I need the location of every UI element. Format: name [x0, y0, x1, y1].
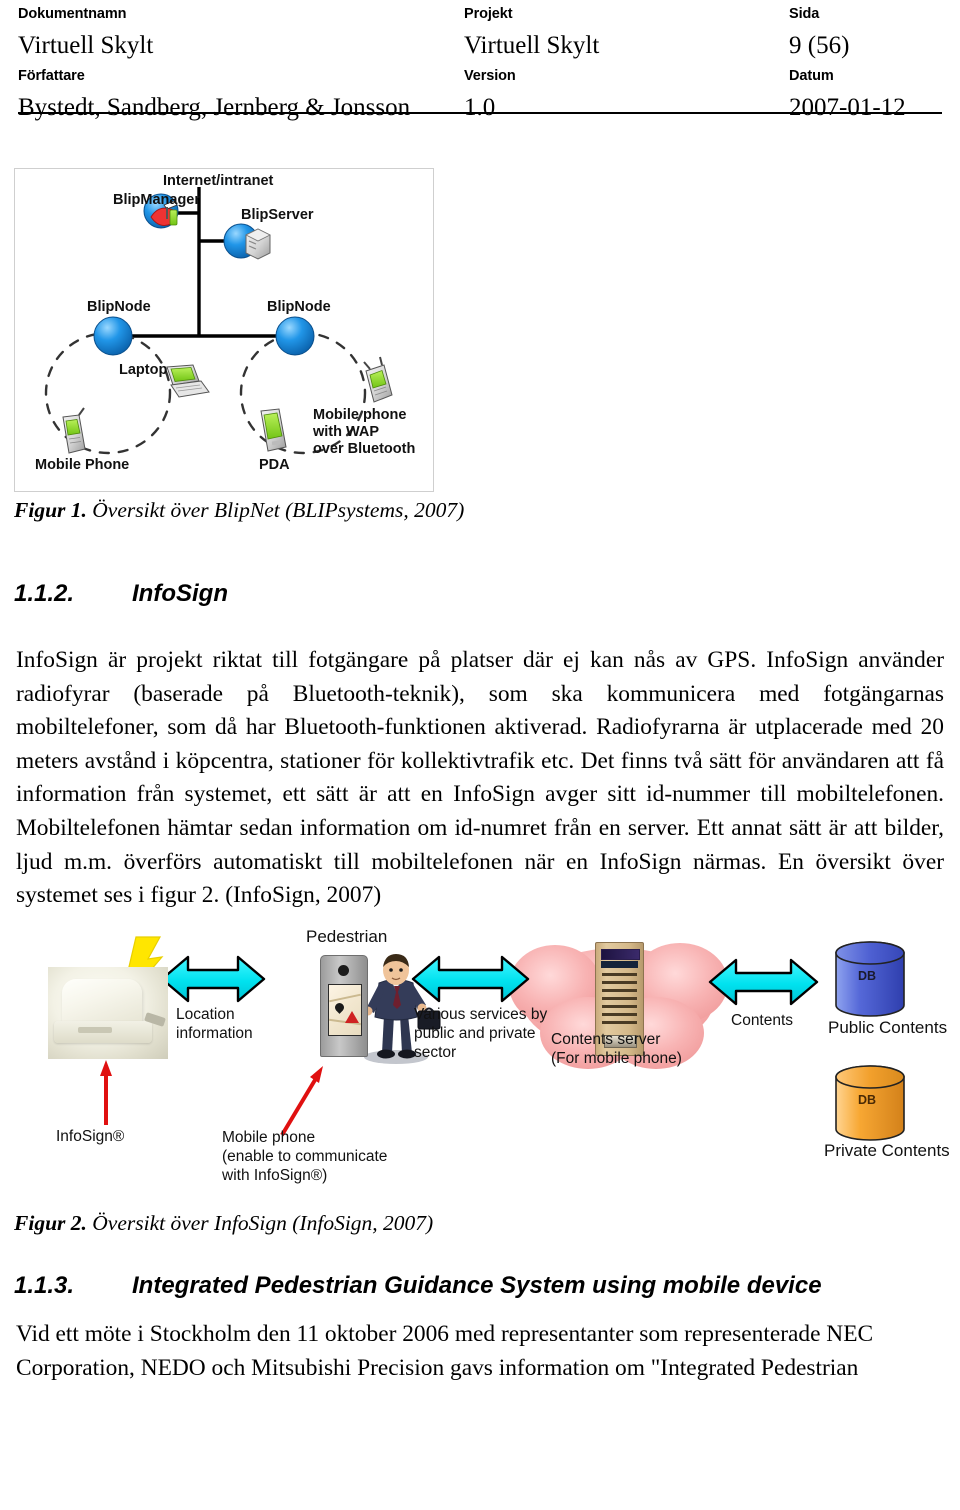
- server-screen-top: [601, 949, 640, 960]
- figure2-label-db-private: DB: [858, 1093, 877, 1107]
- header-value-row-2: Bystedt, Sandberg, Jernberg & Jonsson 1.…: [18, 94, 942, 128]
- header-value-version: 1.0: [464, 94, 496, 121]
- figure2-label-various-services: Various services by public and private s…: [414, 1006, 548, 1061]
- figure-1-caption: Figur 1. Översikt över BlipNet (BLIPsyst…: [14, 498, 464, 523]
- red-pointer-mobile-phone: [280, 1066, 323, 1137]
- mobile-phone-device-icon: [320, 955, 368, 1057]
- header-value-row-1: Virtuell Skylt Virtuell Skylt 9 (56): [18, 32, 942, 66]
- header-value-forfattare: Bystedt, Sandberg, Jernberg & Jonsson: [18, 94, 411, 121]
- header-label-sida: Sida: [789, 6, 820, 22]
- header-divider-rule: [18, 112, 942, 114]
- document-header: Dokumentnamn Projekt Sida Virtuell Skylt…: [18, 4, 942, 128]
- figure2-label-infosign: InfoSign®: [56, 1128, 125, 1145]
- section-title-1-1-2: InfoSign: [132, 580, 228, 607]
- beacon-dome: [62, 979, 142, 1027]
- figure2-label-contents-server: Contents server (For mobile phone): [551, 1031, 682, 1067]
- header-label-forfattare: Författare: [18, 68, 85, 84]
- blipnode-left-icon: [93, 316, 133, 356]
- figure1-label-pda: PDA: [259, 457, 290, 473]
- figure1-label-blipserver: BlipServer: [241, 207, 314, 223]
- figure2-label-public-contents: Public Contents: [828, 1018, 948, 1037]
- arrow-various-services: [411, 955, 530, 1003]
- blipserver-icon: [223, 223, 271, 260]
- paragraph-infosign: InfoSign är projekt riktat till fotgänga…: [16, 647, 944, 909]
- red-pointer-infosign: [100, 1060, 112, 1125]
- section-title-1-1-3: Integrated Pedestrian Guidance System us…: [132, 1272, 822, 1299]
- figure2-label-private-contents: Private Contents: [824, 1141, 950, 1160]
- blipnode-right-icon: [275, 316, 315, 356]
- figure-1-caption-bold: Figur 1.: [14, 498, 87, 522]
- figure1-label-internet: Internet/intranet: [163, 173, 274, 189]
- mobile-phone-icon: [62, 407, 86, 454]
- header-value-dokumentnamn: Virtuell Skylt: [18, 32, 154, 59]
- figure2-label-contents: Contents: [731, 1012, 794, 1029]
- device-camera: [338, 965, 349, 976]
- header-label-dokumentnamn: Dokumentnamn: [18, 6, 127, 22]
- laptop-icon: [166, 364, 210, 398]
- figure1-label-blipmanager: BlipManager: [113, 192, 201, 208]
- beacon-slot: [78, 1027, 112, 1033]
- figure-2-caption: Figur 2. Översikt över InfoSign (InfoSig…: [14, 1211, 433, 1236]
- section-heading-1-1-2: 1.1.2. InfoSign: [14, 580, 228, 608]
- figure2-label-mobile-phone: Mobile phone (enable to communicate with…: [222, 1129, 388, 1184]
- header-value-sida: 9 (56): [789, 32, 850, 59]
- section-number-1-1-3: 1.1.3.: [14, 1272, 75, 1299]
- section-number-1-1-2: 1.1.2.: [14, 580, 75, 607]
- infosign-beacon-photo: [48, 967, 168, 1059]
- figure-1-blipnet-diagram: Internet/intranet BlipManager BlipServer…: [14, 168, 434, 492]
- paragraph-ipgs: Vid ett möte i Stockholm den 11 oktober …: [16, 1321, 874, 1381]
- figure2-label-db-public: DB: [858, 969, 877, 983]
- document-page: Dokumentnamn Projekt Sida Virtuell Skylt…: [0, 0, 960, 1510]
- figure1-label-laptop: Laptop: [119, 362, 168, 378]
- figure1-label-mobile-phone: Mobile Phone: [35, 457, 130, 473]
- figure-2-caption-rest: Översikt över InfoSign (InfoSign, 2007): [86, 1211, 434, 1235]
- figure-2-infosign-diagram: InfoSign® Location information Pedestria…: [10, 925, 955, 1190]
- header-value-projekt: Virtuell Skylt: [464, 32, 600, 59]
- figure2-label-location-information: Location information: [176, 1006, 253, 1042]
- header-label-version: Version: [464, 68, 516, 84]
- section-heading-1-1-3: 1.1.3. Integrated Pedestrian Guidance Sys…: [14, 1272, 822, 1300]
- figure2-label-pedestrian: Pedestrian: [306, 927, 388, 946]
- header-label-row-1: Dokumentnamn Projekt Sida: [18, 4, 942, 32]
- server-screen-second: [601, 961, 638, 968]
- header-label-row-2: Författare Version Datum: [18, 66, 942, 94]
- arrow-location-information: [160, 955, 266, 1003]
- mobile-phone-wap-icon: [363, 356, 393, 403]
- figure1-label-mobile-wap: Mobile phone with WAP over Bluetooth: [313, 407, 416, 457]
- pda-icon: [260, 408, 287, 452]
- figure-2-caption-bold: Figur 2.: [14, 1211, 87, 1235]
- header-label-datum: Datum: [789, 68, 834, 84]
- header-label-projekt: Projekt: [464, 6, 513, 22]
- arrow-contents: [708, 958, 819, 1006]
- figure-1-caption-rest: Översikt över BlipNet (BLIPsystems, 2007…: [86, 498, 465, 522]
- header-value-datum: 2007-01-12: [789, 94, 906, 121]
- figure1-label-blipnode-right: BlipNode: [267, 299, 331, 315]
- device-screen: [328, 984, 362, 1036]
- figure1-label-blipnode-left: BlipNode: [87, 299, 151, 315]
